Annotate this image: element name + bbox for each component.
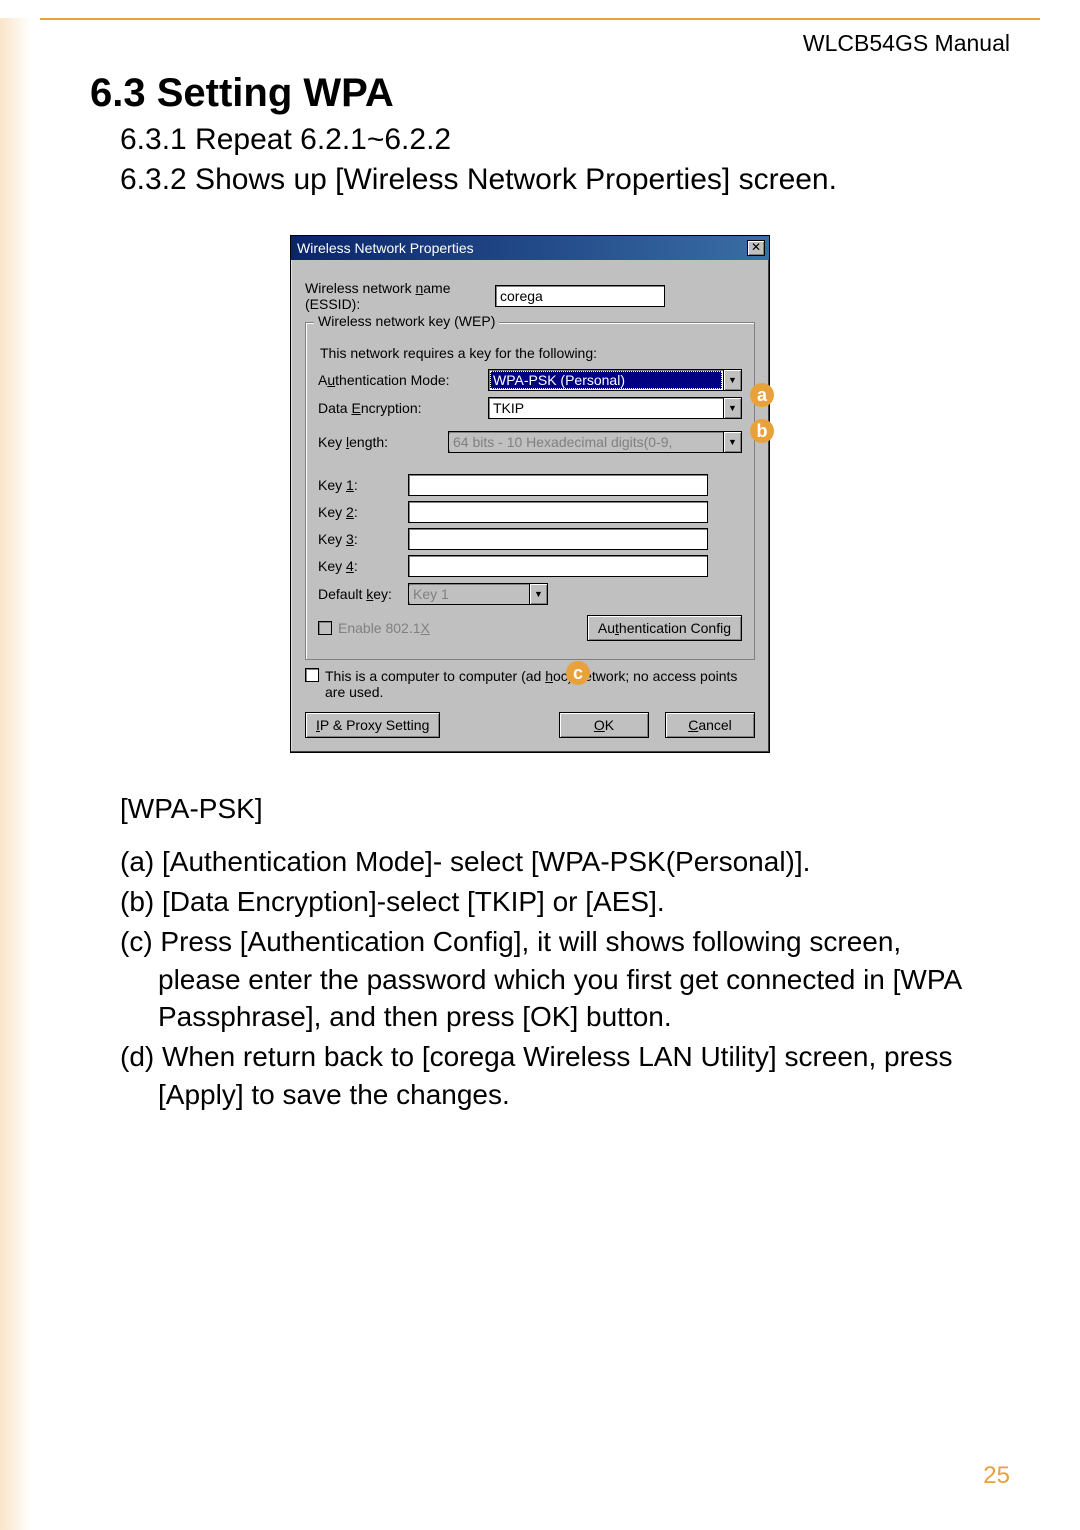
essid-label: Wireless network name (ESSID): bbox=[305, 280, 495, 312]
key1-label: Key 1: bbox=[318, 477, 408, 493]
chevron-down-icon[interactable]: ▼ bbox=[723, 370, 741, 390]
wep-legend: Wireless network key (WEP) bbox=[314, 313, 499, 329]
key3-label: Key 3: bbox=[318, 531, 408, 547]
default-key-select: Key 1 ▼ bbox=[408, 583, 548, 605]
enable-8021x-label: Enable 802.1X bbox=[338, 620, 430, 636]
auth-mode-value: WPA-PSK (Personal) bbox=[490, 371, 722, 389]
section-sub-2: 6.3.2 Shows up [Wireless Network Propert… bbox=[120, 160, 970, 200]
key1-input[interactable] bbox=[408, 474, 708, 496]
auth-mode-select[interactable]: WPA-PSK (Personal) ▼ bbox=[488, 369, 742, 391]
section-heading: 6.3 Setting WPA bbox=[90, 71, 970, 116]
instruction-c: (c) Press [Authentication Config], it wi… bbox=[120, 923, 970, 1036]
page-left-gradient bbox=[0, 18, 34, 1530]
key2-input[interactable] bbox=[408, 501, 708, 523]
essid-input[interactable]: corega bbox=[495, 285, 665, 307]
dialog-title: Wireless Network Properties bbox=[297, 240, 474, 256]
chevron-down-icon: ▼ bbox=[723, 432, 741, 452]
keylen-value: 64 bits - 10 Hexadecimal digits(0-9, bbox=[449, 434, 723, 450]
close-icon[interactable]: ✕ bbox=[747, 240, 765, 256]
callout-b: b bbox=[750, 419, 774, 443]
auth-mode-label: Authentication Mode: bbox=[318, 372, 488, 388]
page-number: 25 bbox=[983, 1462, 1010, 1490]
instruction-a: (a) [Authentication Mode]- select [WPA-P… bbox=[120, 843, 970, 881]
cancel-button[interactable]: Cancel bbox=[665, 712, 755, 738]
instruction-d: (d) When return back to [corega Wireless… bbox=[120, 1038, 970, 1114]
encryption-select[interactable]: TKIP ▼ bbox=[488, 397, 742, 419]
manual-title: WLCB54GS Manual bbox=[0, 20, 1080, 57]
instruction-b: (b) [Data Encryption]-select [TKIP] or [… bbox=[120, 883, 970, 921]
adhoc-checkbox[interactable] bbox=[305, 668, 319, 682]
chevron-down-icon: ▼ bbox=[529, 584, 547, 604]
auth-config-button[interactable]: Authentication Config bbox=[587, 615, 742, 641]
dialog-window: Wireless Network Properties ✕ Wireless n… bbox=[290, 235, 770, 753]
encryption-value: TKIP bbox=[489, 400, 723, 416]
callout-a: a bbox=[750, 383, 774, 407]
section-sub-1: 6.3.1 Repeat 6.2.1~6.2.2 bbox=[120, 120, 970, 160]
default-key-value: Key 1 bbox=[409, 586, 529, 602]
wep-fieldset: Wireless network key (WEP) This network … bbox=[305, 322, 755, 660]
wpa-psk-heading: [WPA-PSK] bbox=[120, 793, 970, 825]
adhoc-label: This is a computer to computer (ad hoc) … bbox=[325, 668, 755, 700]
chevron-down-icon[interactable]: ▼ bbox=[723, 398, 741, 418]
key4-label: Key 4: bbox=[318, 558, 408, 574]
default-key-label: Default key: bbox=[318, 586, 408, 602]
ok-button[interactable]: OK bbox=[559, 712, 649, 738]
ip-proxy-button[interactable]: IP & Proxy Setting bbox=[305, 712, 440, 738]
key4-input[interactable] bbox=[408, 555, 708, 577]
callout-c: c bbox=[566, 661, 590, 685]
keylen-label: Key length: bbox=[318, 434, 448, 450]
enable-8021x-checkbox bbox=[318, 621, 332, 635]
wep-note: This network requires a key for the foll… bbox=[320, 345, 742, 361]
encryption-label: Data Encryption: bbox=[318, 400, 488, 416]
instruction-list: (a) [Authentication Mode]- select [WPA-P… bbox=[120, 843, 970, 1114]
keylen-select: 64 bits - 10 Hexadecimal digits(0-9, ▼ bbox=[448, 431, 742, 453]
key3-input[interactable] bbox=[408, 528, 708, 550]
key2-label: Key 2: bbox=[318, 504, 408, 520]
dialog-titlebar[interactable]: Wireless Network Properties ✕ bbox=[291, 236, 769, 260]
